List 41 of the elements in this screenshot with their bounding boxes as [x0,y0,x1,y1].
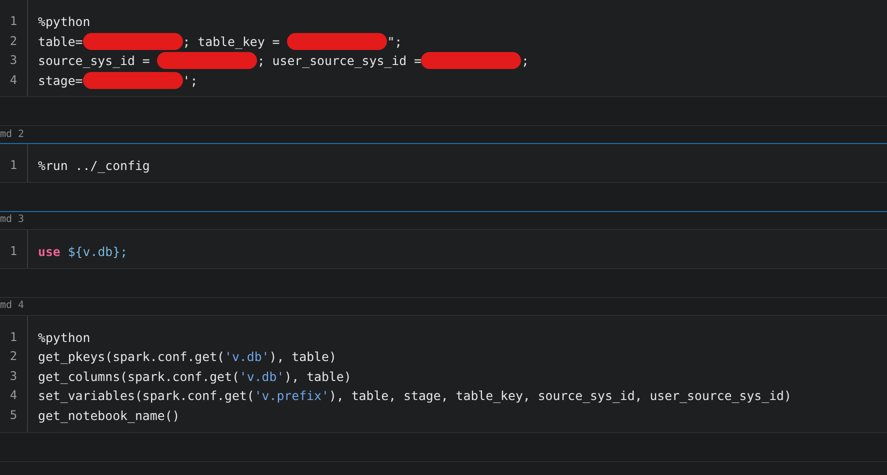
code-cell[interactable]: 1 %run ../_config [0,143,887,183]
code-text: get_columns(spark.conf.get( [38,368,240,386]
line-number: 2 [10,348,18,366]
code-text: "; [387,32,402,51]
line-number: 1 [10,328,18,346]
code-text: %python [38,13,90,31]
code-text: 'v.db' [239,368,284,386]
code-text: source_sys_id = [38,52,151,70]
code-text: ; [521,52,529,70]
code-cell[interactable]: 1 2 3 4 %python table= ; table_key = "; source_sys_id = ; user_source_sys_id = ; stage= '; [0,0,887,98]
code-text: ; user_source_sys_id = [257,52,422,70]
line-number: 1 [10,13,18,30]
code-text: ), table, stage, table_key, source_sys_id, user_source_sys_id) [328,387,792,406]
code-text: use [38,242,60,261]
code-text: set_variables(spark.conf.get( [38,387,254,406]
line-number: 3 [10,368,18,385]
line-number: 1 [10,157,18,174]
code-text: get_pkeys(spark.conf.get( [38,348,224,366]
cell-label: md 3 [0,214,24,226]
line-number: 4 [10,72,18,89]
code-text: ), table) [269,348,336,366]
code-text: ${v.db}; [66,242,128,261]
code-text: ; table_key = [182,32,281,51]
line-number: 4 [10,387,18,404]
line-number: 2 [10,32,18,50]
cell-label: md 2 [0,128,24,141]
cell-label: md 4 [0,300,24,312]
code-text: stage= [38,72,83,90]
code-text: get_notebook_name() [38,406,180,425]
code-text: '; [182,72,198,90]
code-text: table= [38,32,83,51]
code-text: 'v.db' [224,348,270,366]
code-cell[interactable]: 1 use ${v.db}; [0,228,887,269]
line-number: 3 [10,52,18,70]
line-number: 5 [10,406,18,424]
code-text: %run ../_config [38,157,150,176]
code-text: ), table) [284,368,352,386]
code-text: 'v.prefix' [254,387,329,406]
line-number: 1 [10,242,18,260]
code-cell[interactable] [0,314,887,433]
code-text: %python [38,328,90,347]
